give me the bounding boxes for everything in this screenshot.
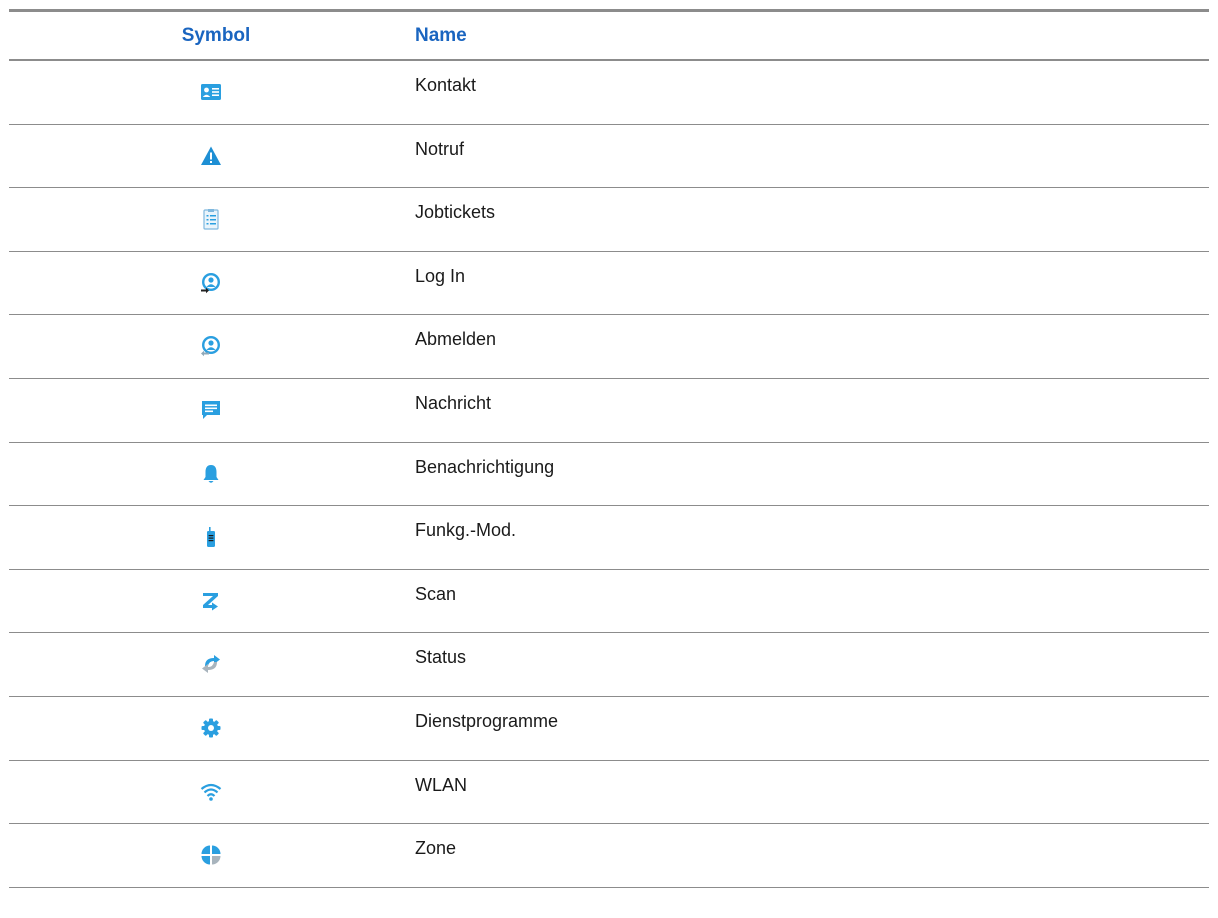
header-name-cell: Name — [413, 25, 1209, 47]
bell-icon — [200, 463, 222, 485]
table-row: Dienstprogramme — [9, 697, 1209, 761]
clipboard-list-icon — [200, 208, 222, 230]
row-name: Kontakt — [415, 75, 477, 95]
row-name: Abmelden — [415, 329, 497, 350]
header-symbol: Symbol — [181, 24, 251, 46]
warning-triangle-icon — [200, 145, 222, 167]
user-logout-icon — [200, 335, 222, 357]
row-name: Zone — [415, 838, 457, 859]
row-name: WLAN — [415, 774, 468, 795]
row-name: Nachricht — [415, 392, 492, 413]
row-name: Scan — [415, 583, 457, 604]
gear-icon — [200, 717, 222, 739]
radio-device-icon — [200, 526, 222, 548]
row-name: Notruf — [415, 138, 465, 159]
table-header: Symbol Name — [9, 12, 1209, 61]
table-row: Zone — [9, 824, 1209, 888]
symbol-table: Symbol Name Kontakt Notruf Jobtickets Lo… — [9, 9, 1209, 888]
table-row: Abmelden — [9, 315, 1209, 379]
contact-card-icon — [200, 81, 222, 103]
table-row: WLAN — [9, 761, 1209, 825]
header-name: Name — [415, 24, 467, 46]
table-row: Log In — [9, 252, 1209, 316]
scan-z-icon — [200, 590, 222, 612]
row-name: Funkg.-Mod. — [415, 520, 517, 541]
row-name: Log In — [415, 265, 466, 286]
row-name: Status — [415, 647, 467, 668]
wifi-icon — [200, 781, 222, 803]
table-row: Benachrichtigung — [9, 443, 1209, 507]
table-row: Jobtickets — [9, 188, 1209, 252]
row-name: Benachrichtigung — [415, 456, 555, 477]
user-login-icon — [200, 272, 222, 294]
row-name: Jobtickets — [415, 202, 496, 223]
table-row: Nachricht — [9, 379, 1209, 443]
table-row: Scan — [9, 570, 1209, 634]
status-arrows-icon — [200, 653, 222, 675]
message-bubble-icon — [200, 399, 222, 421]
row-name: Dienstprogramme — [415, 710, 559, 731]
header-symbol-cell: Symbol — [9, 25, 413, 47]
zone-pie-icon — [200, 844, 222, 866]
table-row: Funkg.-Mod. — [9, 506, 1209, 570]
table-row: Notruf — [9, 125, 1209, 189]
table-row: Status — [9, 633, 1209, 697]
table-row: Kontakt — [9, 61, 1209, 125]
